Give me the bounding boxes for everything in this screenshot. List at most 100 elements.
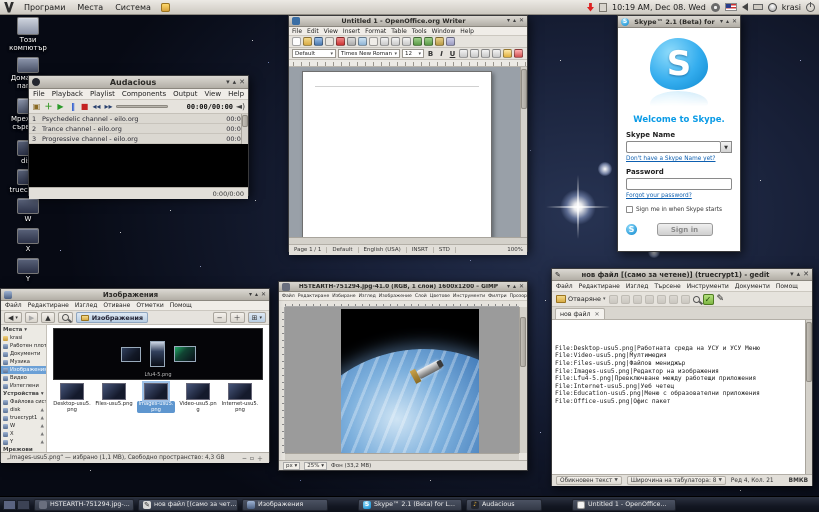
taskbar-button-skype[interactable]: S Skype™ 2.1 (Beta) for L... <box>358 499 462 511</box>
playlist-scrollbar[interactable] <box>241 114 248 144</box>
close-button[interactable]: ✕ <box>519 18 524 24</box>
taskbar-button-audacious[interactable]: ♪ Audacious <box>466 499 542 511</box>
menu-item[interactable]: Помощ <box>170 302 192 309</box>
maximize-button[interactable]: ▴ <box>255 292 258 298</box>
menu-item[interactable]: Редактиране <box>298 294 330 299</box>
keyboard-layout-flag-icon[interactable] <box>725 3 737 11</box>
menu-item[interactable]: Филтри <box>488 294 506 299</box>
scrollbar-thumb[interactable] <box>242 115 248 127</box>
minimize-button[interactable]: ▾ <box>507 18 510 24</box>
menu-item[interactable]: Файл <box>5 302 22 309</box>
menu-item[interactable]: Изглед <box>75 302 98 309</box>
align-center-icon[interactable] <box>470 49 479 58</box>
writer-vertical-scrollbar[interactable] <box>520 67 527 237</box>
wide-image-thumbnail[interactable]: Lfu4-5.png <box>53 328 263 380</box>
menu-item[interactable]: File <box>33 90 45 98</box>
eject-icon[interactable]: ▲ <box>41 408 44 413</box>
sidebar-place-item[interactable]: Изтеглени <box>1 382 46 390</box>
sidebar-place-item[interactable]: Работен плот <box>1 342 46 350</box>
preview-icon[interactable] <box>358 37 367 46</box>
close-button[interactable]: ✕ <box>803 271 809 278</box>
menu-item[interactable]: Инструменти <box>453 294 485 299</box>
workspace-1[interactable] <box>3 500 16 510</box>
sidebar-device-item[interactable]: W ▲ <box>1 422 46 430</box>
user-avatar-icon[interactable] <box>768 3 777 12</box>
minimize-button[interactable]: ▾ <box>507 284 510 290</box>
file-item[interactable]: Internet-usu5.png <box>221 383 259 413</box>
selection-mode-indicator[interactable]: STD <box>434 247 456 253</box>
menu-item[interactable]: Файл <box>556 283 573 290</box>
sidebar-device-item[interactable]: disk ▲ <box>1 406 46 414</box>
taskbar-button-writer[interactable]: Untitled 1 - OpenOffice... <box>572 499 676 511</box>
user-name[interactable]: krasi <box>782 3 801 12</box>
maximize-button[interactable]: ▴ <box>797 271 801 278</box>
menu-system[interactable]: Система <box>113 3 153 12</box>
writer-document-area[interactable] <box>289 67 527 237</box>
search-button[interactable] <box>58 312 73 323</box>
minimize-button[interactable]: ▾ <box>720 19 723 25</box>
menu-item[interactable]: Изглед <box>626 283 649 290</box>
paragraph-style-select[interactable]: Default▾ <box>292 49 336 58</box>
export-pdf-icon[interactable] <box>336 37 345 46</box>
menu-item[interactable]: Отметки <box>136 302 163 309</box>
bold-button[interactable]: B <box>426 50 435 58</box>
desktop-icon-computer[interactable]: Този компютър <box>5 17 51 52</box>
gear-icon[interactable] <box>711 3 720 12</box>
close-button[interactable]: ✕ <box>261 292 266 298</box>
search-icon[interactable] <box>693 296 700 303</box>
gedit-titlebar[interactable]: ✎ нов файл [(само за четене)] (truecrypt… <box>552 269 812 281</box>
stop-icon[interactable]: ■ <box>80 102 89 111</box>
zoom-select[interactable]: 25% ▾ <box>304 462 327 470</box>
copy-icon[interactable] <box>391 37 400 46</box>
unit-select[interactable]: px ▾ <box>283 462 300 470</box>
zoom-in-button[interactable]: ＋ <box>230 312 245 323</box>
edit-mode-icon[interactable]: ✎ <box>717 294 725 304</box>
paste-icon[interactable] <box>402 37 411 46</box>
align-left-icon[interactable] <box>459 49 468 58</box>
previous-icon[interactable]: ◂◂ <box>92 102 101 111</box>
forward-button[interactable]: ▶ <box>25 312 38 323</box>
table-icon[interactable] <box>435 37 444 46</box>
gedit-text-area[interactable]: File:Desktop-usu5.png|Работната среда на… <box>552 320 812 474</box>
zoom-level[interactable]: 100% <box>503 247 527 253</box>
seek-slider[interactable] <box>116 105 168 108</box>
menu-item[interactable]: Table <box>391 28 407 35</box>
location-breadcrumb[interactable]: Изображения <box>76 312 148 323</box>
update-notifier-icon[interactable] <box>587 3 594 12</box>
playlist-row[interactable]: 2 Trance channel - eilo.org 00:00 <box>29 124 248 134</box>
menu-item[interactable]: Изглед <box>359 294 376 299</box>
document-tab[interactable]: нов файл ✕ <box>555 308 605 319</box>
gedit-scrollbar[interactable] <box>805 320 812 474</box>
insert-mode-indicator[interactable]: INSRT <box>407 247 434 253</box>
skype-name-input[interactable] <box>626 141 721 153</box>
minimize-button[interactable]: ▾ <box>790 271 794 278</box>
close-button[interactable]: ✕ <box>732 19 737 25</box>
email-icon[interactable] <box>325 37 334 46</box>
close-button[interactable]: ✕ <box>519 284 524 290</box>
menu-item[interactable]: Playlist <box>90 90 115 98</box>
menu-item[interactable]: Прозорци <box>510 294 527 299</box>
menu-item[interactable]: Избиране <box>332 294 355 299</box>
add-icon[interactable]: ＋ <box>44 102 53 111</box>
menu-item[interactable]: Tools <box>412 28 427 35</box>
scrollbar-thumb[interactable] <box>520 317 526 367</box>
next-icon[interactable]: ▸▸ <box>104 102 113 111</box>
file-item[interactable]: Desktop-usu5.png <box>53 383 91 413</box>
desktop-icon-w[interactable]: W <box>5 198 51 223</box>
cut-icon[interactable] <box>380 37 389 46</box>
gimp-horizontal-scrollbar[interactable] <box>285 453 519 460</box>
sidebar-place-item[interactable]: Изображения <box>1 366 46 374</box>
font-name-select[interactable]: Times New Roman▾ <box>338 49 400 58</box>
writer-page[interactable] <box>302 71 492 237</box>
menu-applications[interactable]: Програми <box>22 3 67 12</box>
open-icon[interactable] <box>303 37 312 46</box>
menu-item[interactable]: Help <box>460 28 474 35</box>
audacious-titlebar[interactable]: Audacious ▾ ▴ ✕ <box>29 76 248 89</box>
print-icon[interactable] <box>347 37 356 46</box>
menu-item[interactable]: File <box>292 28 302 35</box>
menu-item[interactable]: Цветове <box>430 294 450 299</box>
eject-icon[interactable]: ▲ <box>41 440 44 445</box>
writer-horizontal-scrollbar[interactable] <box>289 237 527 244</box>
redo-icon[interactable] <box>424 37 433 46</box>
tab-width-select[interactable]: Широчина на табулатора: 8▼ <box>627 476 726 485</box>
